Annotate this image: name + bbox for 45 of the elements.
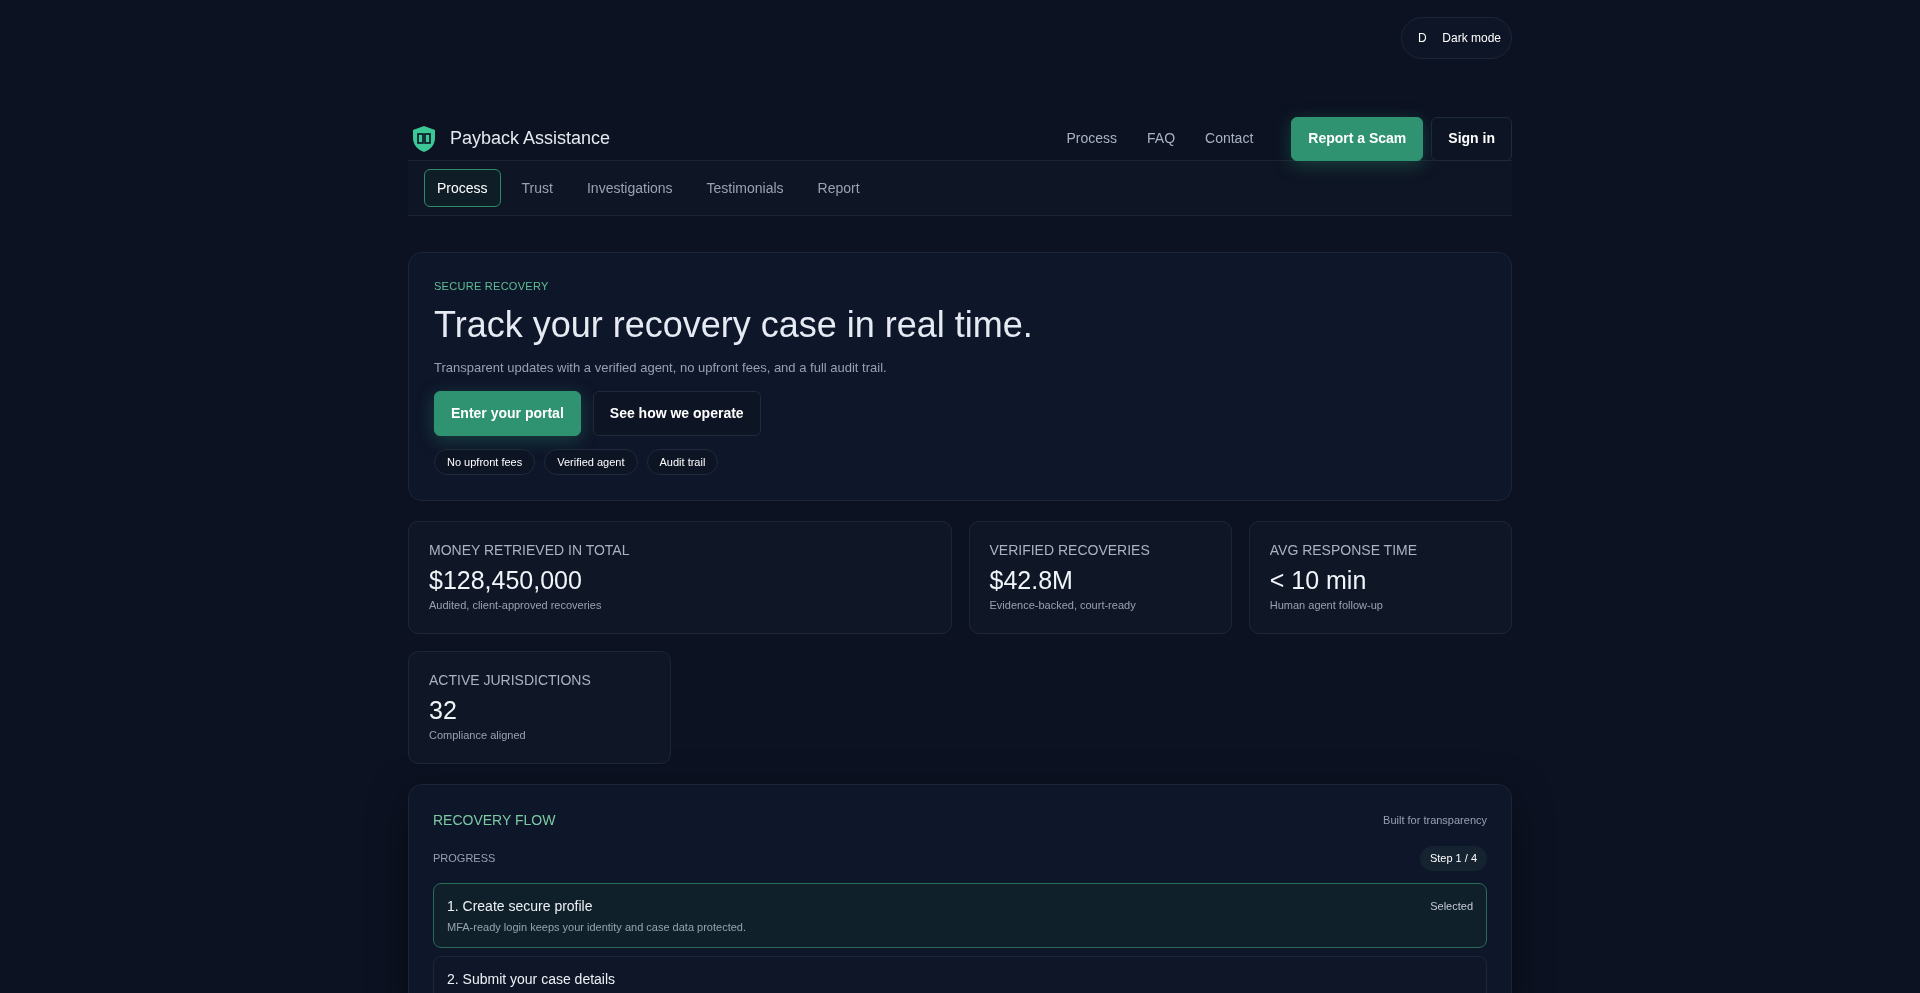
- step-badge: Step 1 / 4: [1419, 846, 1487, 871]
- step-description: MFA-ready login keeps your identity and case data protected.: [447, 919, 747, 935]
- stat-label: VERIFIED RECOVERIES: [989, 541, 1151, 561]
- stat-note: Human agent follow-up: [1269, 598, 1384, 614]
- feature-tag: Audit trail: [646, 449, 719, 476]
- hero-button[interactable]: See how we operate: [592, 391, 761, 437]
- feature-tag: Verified agent: [544, 449, 638, 476]
- nav-link[interactable]: Process: [1066, 128, 1117, 149]
- hero-title: Track your recovery case in real time.: [434, 302, 1034, 346]
- step-status: Selected: [1430, 898, 1473, 914]
- subnav-tab[interactable]: Report: [804, 169, 873, 207]
- hero-button[interactable]: Enter your portal: [434, 391, 581, 437]
- hero-subtitle: Transparent updates with a verified agent, no upfront fees, and a full audit trail.: [434, 358, 888, 377]
- nav-link[interactable]: Contact: [1205, 128, 1254, 149]
- theme-toggle[interactable]: D Dark mode: [1401, 17, 1512, 59]
- step-item[interactable]: 1. Create secure profile Selected MFA-ready login keeps your identity and case data protected.: [433, 882, 1487, 949]
- step-item[interactable]: 2. Submit your case details: [433, 956, 1487, 993]
- stat-note: Audited, client-approved recoveries: [429, 598, 603, 614]
- hero-eyebrow: SECURE RECOVERY: [434, 279, 550, 294]
- stat-value: 32: [429, 695, 458, 726]
- flow-title: RECOVERY FLOW: [433, 811, 556, 831]
- subnav-tab[interactable]: Testimonials: [693, 169, 797, 207]
- feature-tag: No upfront fees: [434, 449, 536, 476]
- progress-label: PROGRESS: [433, 851, 496, 867]
- flow-aside: Built for transparency: [1383, 813, 1487, 829]
- subnav-tab[interactable]: Investigations: [573, 169, 686, 207]
- stat-value: < 10 min: [1269, 565, 1368, 596]
- subnav-tab[interactable]: Trust: [508, 169, 566, 207]
- toggle-label: Dark mode: [1442, 30, 1501, 47]
- brand-name: Payback Assistance: [450, 127, 611, 150]
- subnav-tab[interactable]: Process: [424, 169, 501, 207]
- shield-logo-icon: [412, 124, 436, 153]
- header-button[interactable]: Report a Scam: [1291, 116, 1424, 161]
- stat-label: MONEY RETRIEVED IN TOTAL: [429, 541, 631, 561]
- stat-note: Compliance aligned: [429, 728, 527, 744]
- stat-value: $128,450,000: [429, 565, 583, 596]
- step-title: 2. Submit your case details: [447, 970, 616, 990]
- nav-link[interactable]: FAQ: [1147, 128, 1176, 149]
- toggle-initial: D: [1416, 30, 1428, 47]
- header-button[interactable]: Sign in: [1431, 116, 1512, 161]
- stat-label: ACTIVE JURISDICTIONS: [429, 671, 592, 691]
- step-title: 1. Create secure profile: [447, 896, 593, 916]
- stat-value: $42.8M: [989, 565, 1074, 596]
- stat-note: Evidence-backed, court-ready: [989, 598, 1137, 614]
- stat-label: AVG RESPONSE TIME: [1269, 541, 1419, 561]
